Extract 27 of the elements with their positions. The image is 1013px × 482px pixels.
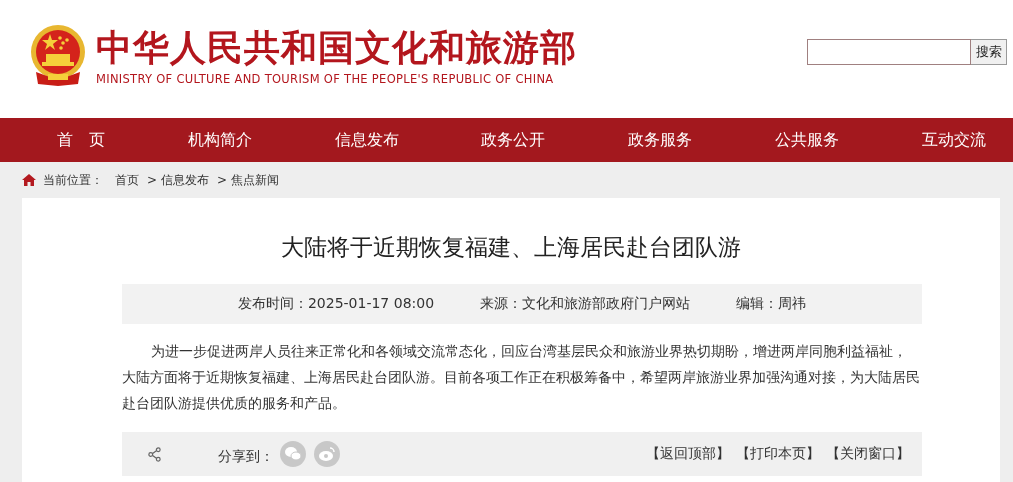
breadcrumb-link[interactable]: > 焦点新闻 <box>216 171 279 189</box>
meta-text: 发布时间：2025-01-17 08:00 <box>237 295 435 313</box>
nav-link[interactable]: 信息发布 <box>334 129 399 151</box>
page-action-link[interactable]: 【打印本页】 <box>736 445 820 463</box>
breadcrumb-link[interactable]: 首页 <box>115 171 139 189</box>
nav-link[interactable]: 政务公开 <box>481 129 546 151</box>
article-body: 为进一步促进两岸人员往来正常化和各领域交流常态化，回应台湾基层民众和旅游业界热切期盼，增进两岸同胞利益福祉，大陆方面将于近期恢复福建、上海居民赴台团队游。目前各项工作正在积极筹备中，希望两岸旅游业界加强沟通对接，为大陆居民赴台团队游提供优质的服务和产品。 <box>122 342 920 413</box>
share-label: 分享到： <box>218 448 274 466</box>
nav-link[interactable]: 互动交流 <box>921 129 986 151</box>
site-title: 中华人民共和国文化和旅游部 <box>96 26 577 69</box>
share-icon[interactable] <box>147 446 162 462</box>
page-action-link[interactable]: 【返回顶部】 <box>646 445 730 463</box>
meta-text: 来源：文化和旅游部政府门户网站 <box>480 295 691 313</box>
national-emblem-icon <box>28 24 88 88</box>
search-field[interactable] <box>807 39 971 65</box>
page-action-link[interactable]: 【关闭窗口】 <box>826 445 910 463</box>
search-button[interactable]: 搜索 <box>971 39 1007 65</box>
nav-link[interactable]: 政务服务 <box>628 129 693 151</box>
breadcrumb-label: 当前位置： <box>43 171 103 189</box>
breadcrumb-link[interactable]: > 信息发布 <box>147 171 209 189</box>
site-subtitle: MINISTRY OF CULTURE AND TOURISM OF THE PEOPLE'S REPUBLIC OF CHINA <box>96 71 555 86</box>
nav-link[interactable]: 首 页 <box>57 129 105 151</box>
article-title: 大陆将于近期恢复福建、上海居民赴台团队游 <box>280 233 742 262</box>
nav-link[interactable]: 机构简介 <box>187 129 252 151</box>
home-icon <box>22 174 36 186</box>
nav-link[interactable]: 公共服务 <box>775 129 840 151</box>
meta-text: 编辑：周祎 <box>736 295 807 313</box>
